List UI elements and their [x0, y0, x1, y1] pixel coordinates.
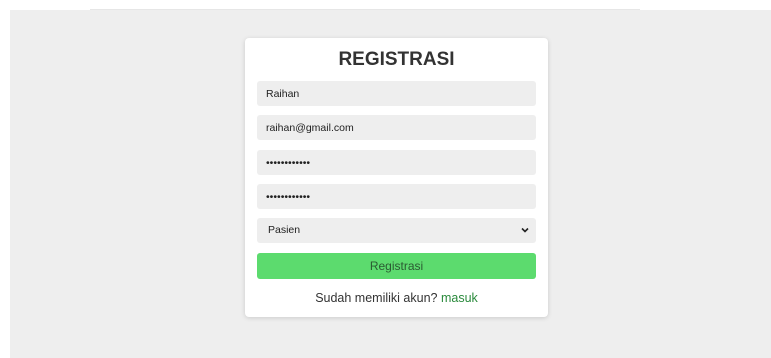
name-input[interactable]	[257, 81, 536, 106]
login-link[interactable]: masuk	[441, 291, 478, 305]
email-input[interactable]	[257, 115, 536, 140]
registration-card: REGISTRASI Pasien Registrasi Sudah memil…	[245, 38, 548, 317]
chevron-down-icon	[521, 227, 529, 233]
role-select-value: Pasien	[268, 224, 301, 236]
form-title: REGISTRASI	[338, 49, 455, 70]
register-button[interactable]: Registrasi	[257, 253, 536, 279]
login-prompt-text: Sudah memiliki akun?	[315, 291, 438, 305]
login-prompt: Sudah memiliki akun? masuk	[245, 291, 548, 305]
role-select[interactable]: Pasien	[257, 218, 536, 243]
confirm-password-input[interactable]	[257, 184, 536, 209]
password-input[interactable]	[257, 150, 536, 175]
